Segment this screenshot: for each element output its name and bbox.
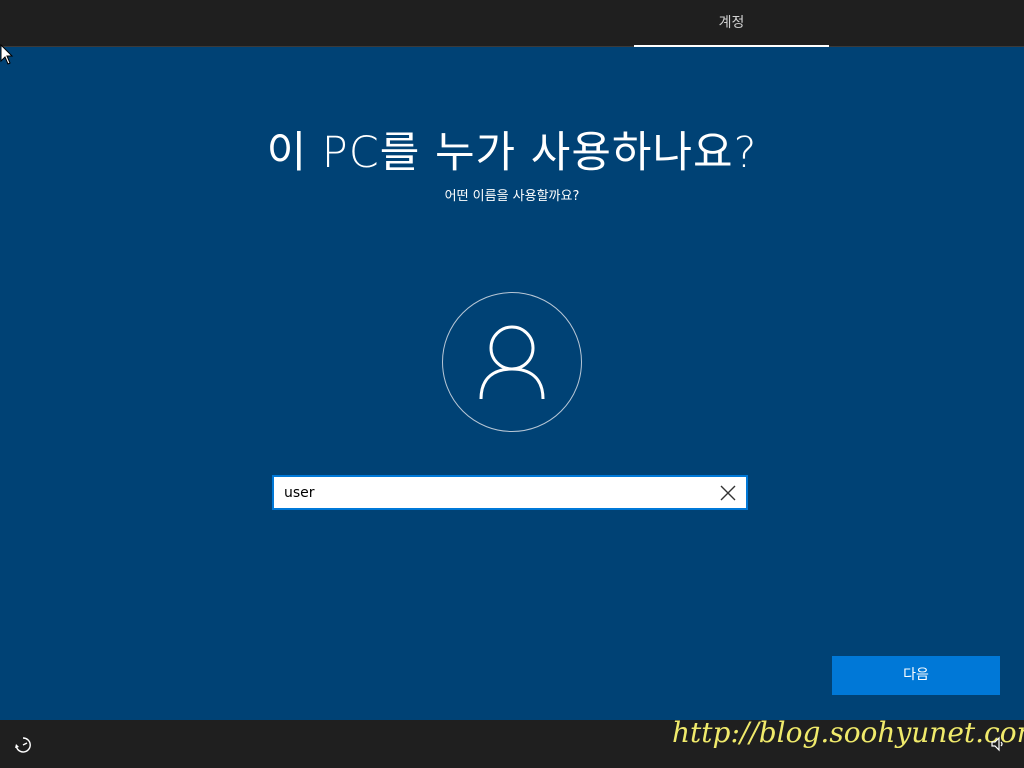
ease-of-access-icon[interactable] [14,736,32,754]
top-bar-divider [0,46,1024,47]
name-input[interactable] [284,477,704,508]
top-bar [0,0,1024,46]
tab-active-indicator [634,45,829,47]
tab-account-label: 계정 [718,15,745,31]
volume-icon[interactable] [990,736,1006,752]
oobe-screen: 계정 이 PC를 누가 사용하나요? 어떤 이름을 사용할까요? 다음 http… [0,0,1024,768]
clear-icon[interactable] [718,483,738,503]
watermark: http://blog.soohyunet.com [672,716,1024,749]
page-title: 이 PC를 누가 사용하나요? [266,128,758,178]
page-subtitle: 어떤 이름을 사용할까요? [444,189,580,204]
mouse-cursor-icon [0,44,14,65]
user-icon [479,325,545,400]
next-button[interactable]: 다음 [832,656,1000,695]
tab-account[interactable]: 계정 [634,0,829,47]
avatar [442,292,582,432]
name-field[interactable] [272,475,748,510]
